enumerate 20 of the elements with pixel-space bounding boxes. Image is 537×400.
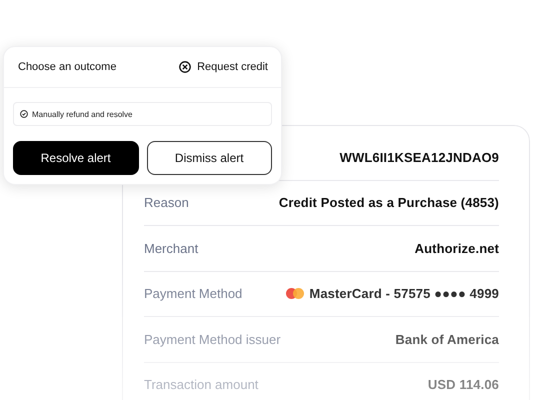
detail-label: Payment Method issuer [144,332,281,347]
outcome-field[interactable]: Manually refund and resolve [13,102,272,126]
detail-label: Merchant [144,240,198,256]
cross-circle-icon [179,61,192,73]
request-credit-button[interactable]: Request credit [179,61,268,73]
detail-label: Reason [144,195,189,210]
detail-label: Payment Method [144,286,242,302]
check-circle-icon [20,110,28,118]
detail-value: USD 114.06 [428,377,499,392]
detail-value: MasterCard - 57575 ●●●● 4999 [309,286,499,302]
detail-label: Transaction amount [144,377,258,392]
resolve-button[interactable]: Resolve alert [13,141,138,175]
detail-value: Authorize.net [414,240,499,256]
field-value: Manually refund and resolve [32,110,133,118]
card-brand-icon [286,288,304,300]
dismiss-button[interactable]: Dismiss alert [146,141,272,175]
detail-value: Bank of America [395,332,499,347]
popup-title: Choose an outcome [18,61,116,73]
detail-value: Credit Posted as a Purchase (4853) [278,195,499,210]
detail-value: WWL6II1KSEA12JNDAO9 [340,150,499,165]
